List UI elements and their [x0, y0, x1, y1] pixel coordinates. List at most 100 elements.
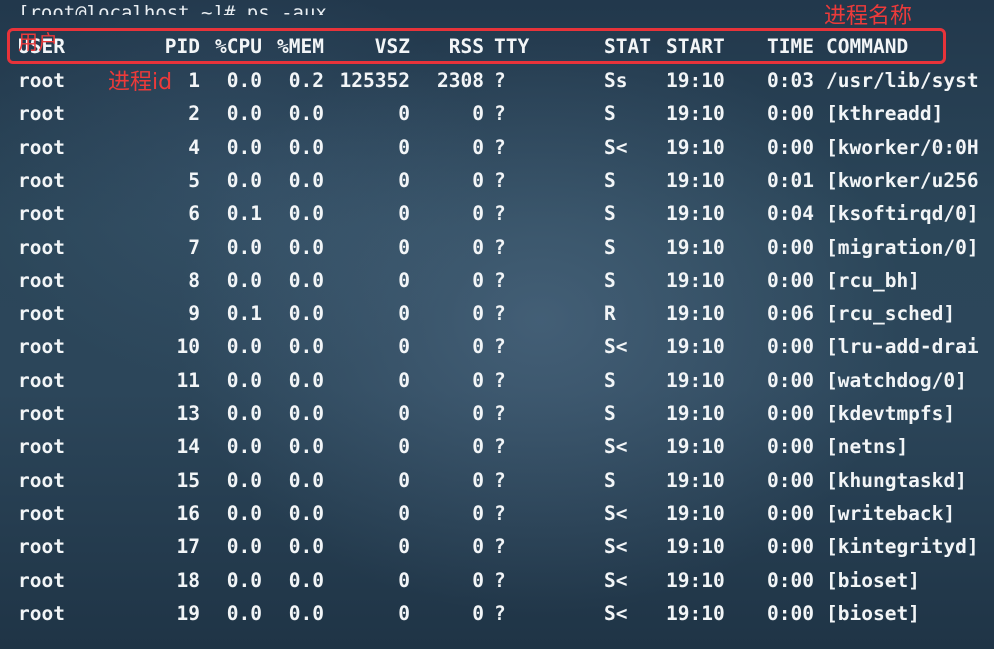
- cell-cpu: 0.0: [226, 335, 262, 359]
- cell-pid: 2: [188, 102, 200, 126]
- cell-tty: ?: [494, 535, 506, 559]
- cell-mem: 0.0: [288, 568, 324, 592]
- cell-rss: 0: [472, 168, 484, 192]
- cell-user: root: [18, 268, 65, 292]
- cell-tty: ?: [494, 235, 506, 259]
- cell-mem: 0.0: [288, 102, 324, 126]
- cell-command: [kworker/u256: [826, 168, 979, 192]
- cell-mem: 0.0: [288, 268, 324, 292]
- cell-stat: S: [604, 402, 616, 425]
- header-highlight-box: [7, 28, 946, 64]
- cell-start: 19:10: [666, 501, 725, 525]
- cell-vsz: 0: [398, 435, 410, 459]
- cell-mem: 0.0: [288, 335, 324, 359]
- cell-start: 19:10: [666, 535, 725, 559]
- cell-start: 19:10: [666, 568, 725, 592]
- cell-stat: S: [604, 268, 616, 292]
- cell-rss: 0: [472, 468, 484, 492]
- cell-stat: S: [604, 468, 616, 492]
- cell-pid: 4: [188, 135, 200, 159]
- cell-vsz: 0: [398, 568, 410, 592]
- cell-cpu: 0.0: [226, 268, 262, 292]
- cell-tty: ?: [494, 102, 506, 126]
- cell-pid: 15: [176, 468, 200, 492]
- annotation-user: 用户: [18, 30, 58, 54]
- cell-pid: 7: [188, 235, 200, 259]
- cell-time: 0:00: [767, 402, 814, 425]
- cell-user: root: [18, 135, 65, 159]
- cell-vsz: 125352: [339, 69, 410, 92]
- cell-time: 0:00: [767, 102, 814, 126]
- cell-time: 0:00: [767, 368, 814, 392]
- cell-user: root: [18, 69, 65, 92]
- cell-vsz: 0: [398, 235, 410, 259]
- cell-pid: 16: [176, 501, 200, 525]
- cell-rss: 0: [472, 535, 484, 559]
- cell-time: 0:01: [767, 168, 814, 192]
- table-row: root 2 0.0 0.0 0 0? S 19:10 0:00 [kthreadd]: [0, 99, 994, 129]
- cell-mem: 0.0: [288, 601, 324, 625]
- cell-time: 0:03: [767, 69, 814, 92]
- cell-stat: S<: [604, 501, 628, 525]
- cell-cpu: 0.0: [226, 135, 262, 159]
- cell-stat: R: [604, 302, 616, 326]
- cell-user: root: [18, 302, 65, 326]
- cell-pid: 8: [188, 268, 200, 292]
- cell-cpu: 0.1: [226, 302, 262, 326]
- cell-user: root: [18, 501, 65, 525]
- cell-start: 19:10: [666, 368, 725, 392]
- cell-user: root: [18, 235, 65, 259]
- cell-time: 0:06: [767, 302, 814, 326]
- cell-rss: 0: [472, 102, 484, 126]
- cell-stat: S: [604, 202, 616, 226]
- cell-mem: 0.0: [288, 535, 324, 559]
- cell-time: 0:00: [767, 601, 814, 625]
- cell-tty: ?: [494, 335, 506, 359]
- cell-cpu: 0.0: [226, 601, 262, 625]
- cell-stat: S: [604, 102, 616, 126]
- cell-user: root: [18, 568, 65, 592]
- cell-vsz: 0: [398, 601, 410, 625]
- cell-command: [migration/0]: [826, 235, 979, 259]
- cell-vsz: 0: [398, 335, 410, 359]
- table-row: root 10 0.0 0.0 0 0? S< 19:10 0:00 [lru-add-drai: [0, 332, 994, 362]
- cell-user: root: [18, 335, 65, 359]
- cell-tty: ?: [494, 368, 506, 392]
- cell-command: [khungtaskd]: [826, 468, 967, 492]
- cell-time: 0:00: [767, 335, 814, 359]
- cell-vsz: 0: [398, 535, 410, 559]
- cell-time: 0:00: [767, 501, 814, 525]
- cell-command: [kintegrityd]: [826, 535, 979, 559]
- cell-vsz: 0: [398, 135, 410, 159]
- table-row: root 18 0.0 0.0 0 0? S< 19:10 0:00 [bioset]: [0, 566, 994, 596]
- cell-tty: ?: [494, 568, 506, 592]
- cell-vsz: 0: [398, 402, 410, 425]
- cell-stat: Ss: [604, 69, 628, 92]
- cell-tty: ?: [494, 402, 506, 425]
- cell-pid: 9: [188, 302, 200, 326]
- cell-pid: 5: [188, 168, 200, 192]
- table-row: root 4 0.0 0.0 0 0? S< 19:10 0:00 [kworker/0:0H: [0, 133, 994, 163]
- terminal-window[interactable]: [root@localhost ~]# ps -aux USER PID %CP…: [0, 0, 994, 649]
- cell-vsz: 0: [398, 368, 410, 392]
- cell-time: 0:00: [767, 468, 814, 492]
- cell-mem: 0.0: [288, 135, 324, 159]
- cell-mem: 0.2: [288, 69, 324, 92]
- cell-mem: 0.0: [288, 402, 324, 425]
- cell-rss: 2308: [437, 69, 484, 92]
- cell-tty: ?: [494, 202, 506, 226]
- cell-stat: S<: [604, 335, 628, 359]
- table-row: root 5 0.0 0.0 0 0? S 19:10 0:01 [kworker/u256: [0, 166, 994, 196]
- cell-mem: 0.0: [288, 202, 324, 226]
- table-row: root 16 0.0 0.0 0 0? S< 19:10 0:00 [writeback]: [0, 499, 994, 529]
- cell-cpu: 0.0: [226, 235, 262, 259]
- table-row: root 19 0.0 0.0 0 0? S< 19:10 0:00 [bioset]: [0, 599, 994, 629]
- cell-cpu: 0.0: [226, 102, 262, 126]
- cell-command: [ksoftirqd/0]: [826, 202, 979, 226]
- cell-time: 0:00: [767, 135, 814, 159]
- cell-mem: 0.0: [288, 235, 324, 259]
- cell-user: root: [18, 435, 65, 459]
- cell-stat: S: [604, 368, 616, 392]
- cell-cpu: 0.0: [226, 501, 262, 525]
- cell-start: 19:10: [666, 202, 725, 226]
